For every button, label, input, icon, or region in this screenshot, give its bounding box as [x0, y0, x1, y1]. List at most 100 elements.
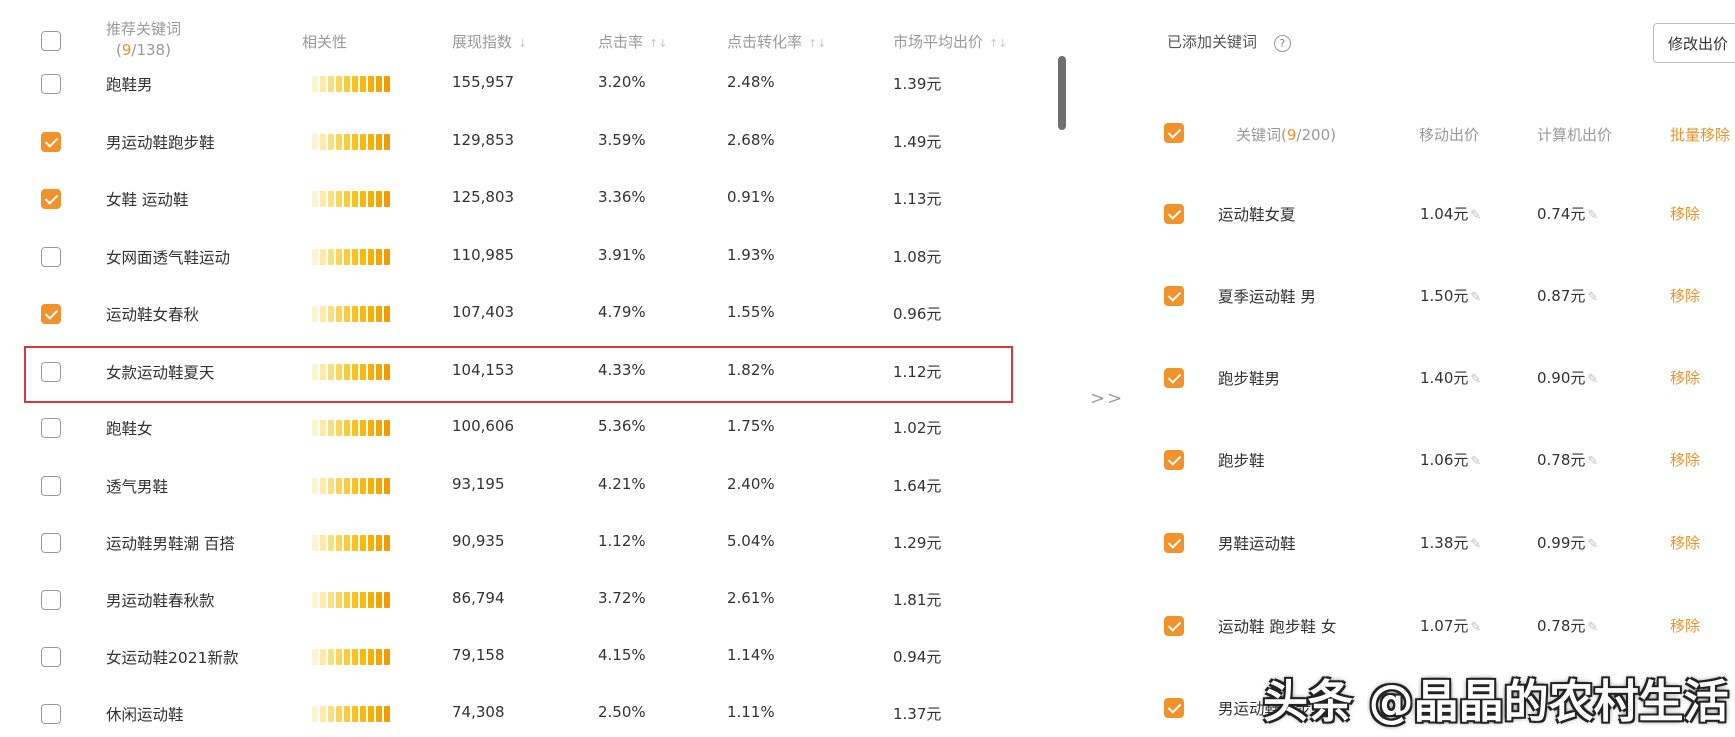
relevance-segment — [328, 76, 334, 92]
remove-link[interactable]: 移除 — [1670, 532, 1700, 553]
relevance-segment — [336, 478, 342, 494]
edit-pencil-icon[interactable]: ✎ — [1470, 620, 1481, 635]
relevance-segment — [328, 592, 334, 608]
added-keyword-checkbox[interactable] — [1164, 698, 1184, 718]
keyword-text: 女网面透气鞋运动 — [106, 249, 231, 267]
transfer-arrow-icon[interactable]: >> — [1090, 388, 1124, 409]
relevance-segment — [312, 191, 318, 207]
avg-bid-value: 1.29元 — [893, 534, 942, 552]
relevance-bar — [312, 535, 404, 551]
edit-pencil-icon[interactable]: ✎ — [1470, 454, 1481, 469]
pc-bid-cell[interactable]: 0.87元 ✎ — [1537, 285, 1598, 306]
edit-pencil-icon[interactable]: ✎ — [1470, 208, 1481, 223]
edit-pencil-icon[interactable]: ✎ — [1587, 290, 1598, 305]
keyword-text: 休闲运动鞋 — [106, 706, 184, 724]
ctr-value: 3.72% — [598, 589, 646, 607]
relevance-segment — [328, 306, 334, 322]
added-keyword-text: 跑步鞋 — [1218, 452, 1265, 470]
relevance-segment — [360, 249, 366, 265]
keyword-checkbox[interactable] — [41, 476, 61, 496]
mobile-bid-cell[interactable]: 1.04元 ✎ — [1420, 203, 1481, 224]
sort-desc-icon[interactable]: ↓ — [518, 37, 527, 50]
keyword-checkbox[interactable] — [41, 590, 61, 610]
select-all-checkbox[interactable] — [41, 31, 61, 51]
pc-bid-cell[interactable]: 0.78元 ✎ — [1537, 449, 1598, 470]
added-keyword-checkbox[interactable] — [1164, 286, 1184, 306]
avg-bid-header[interactable]: 市场平均出价 ↑↓ — [893, 31, 1007, 52]
remove-link[interactable]: 移除 — [1670, 615, 1700, 636]
remove-link[interactable]: 移除 — [1670, 449, 1700, 470]
impressions-header[interactable]: 展现指数 ↓ — [452, 31, 527, 52]
relevance-segment — [320, 249, 326, 265]
keyword-checkbox[interactable] — [41, 704, 61, 724]
added-keyword-checkbox[interactable] — [1164, 204, 1184, 224]
sort-icon[interactable]: ↑↓ — [989, 37, 1007, 50]
relevance-segment — [360, 706, 366, 722]
keyword-text: 运动鞋女春秋 — [106, 306, 200, 324]
edit-pencil-icon[interactable]: ✎ — [1587, 372, 1598, 387]
keyword-checkbox[interactable] — [41, 533, 61, 553]
pc-bid-value: 0.78元 — [1537, 617, 1586, 635]
edit-pencil-icon[interactable]: ✎ — [1587, 537, 1598, 552]
ctr-value: 4.21% — [598, 475, 646, 493]
relevance-segment — [312, 478, 318, 494]
relevance-segment — [312, 134, 318, 150]
watermark: 头条 @晶晶的农村生活 — [1263, 675, 1729, 728]
mobile-bid-cell[interactable]: 1.50元 ✎ — [1420, 285, 1481, 306]
remove-link[interactable]: 移除 — [1670, 367, 1700, 388]
pc-bid-cell[interactable]: 0.74元 ✎ — [1537, 203, 1598, 224]
relevance-segment — [384, 535, 390, 551]
added-count: 9 — [1286, 126, 1297, 144]
added-keyword-text: 运动鞋 跑步鞋 女 — [1218, 618, 1337, 636]
added-keyword-checkbox[interactable] — [1164, 450, 1184, 470]
relevance-segment — [360, 649, 366, 665]
help-icon[interactable]: ? — [1273, 35, 1291, 52]
mobile-bid-value: 1.07元 — [1420, 617, 1469, 635]
added-keyword-checkbox[interactable] — [1164, 533, 1184, 553]
cvr-header[interactable]: 点击转化率 ↑↓ — [727, 31, 826, 52]
pc-bid-value: 0.74元 — [1537, 205, 1586, 223]
cvr-value: 2.40% — [727, 475, 775, 493]
keyword-checkbox[interactable] — [41, 647, 61, 667]
edit-pencil-icon[interactable]: ✎ — [1587, 208, 1598, 223]
keyword-text: 跑鞋女 — [106, 420, 153, 438]
keyword-checkbox[interactable] — [41, 74, 61, 94]
pc-bid-cell[interactable]: 0.78元 ✎ — [1537, 615, 1598, 636]
edit-pencil-icon[interactable]: ✎ — [1470, 537, 1481, 552]
keyword-checkbox[interactable] — [41, 247, 61, 267]
mobile-bid-cell[interactable]: 1.07元 ✎ — [1420, 615, 1481, 636]
remove-link[interactable]: 移除 — [1670, 285, 1700, 306]
relevance-segment — [384, 306, 390, 322]
batch-remove-link[interactable]: 批量移除 — [1670, 124, 1730, 145]
keyword-checkbox[interactable] — [41, 132, 61, 152]
mobile-bid-cell[interactable]: 1.38元 ✎ — [1420, 532, 1481, 553]
keyword-checkbox[interactable] — [41, 189, 61, 209]
sort-icon[interactable]: ↑↓ — [649, 37, 667, 50]
edit-pencil-icon[interactable]: ✎ — [1470, 372, 1481, 387]
added-keyword-checkbox[interactable] — [1164, 368, 1184, 388]
relevance-segment — [352, 249, 358, 265]
added-keyword-checkbox[interactable] — [1164, 616, 1184, 636]
scrollbar-thumb[interactable] — [1058, 56, 1066, 130]
relevance-segment — [376, 535, 382, 551]
edit-pencil-icon[interactable]: ✎ — [1587, 620, 1598, 635]
keyword-checkbox[interactable] — [41, 418, 61, 438]
modify-bid-button[interactable]: 修改出价 — [1653, 23, 1735, 63]
select-all-added-checkbox[interactable] — [1164, 123, 1184, 143]
relevance-segment — [344, 134, 350, 150]
pc-bid-cell[interactable]: 0.90元 ✎ — [1537, 367, 1598, 388]
edit-pencil-icon[interactable]: ✎ — [1470, 290, 1481, 305]
edit-pencil-icon[interactable]: ✎ — [1587, 454, 1598, 469]
keyword-checkbox[interactable] — [41, 304, 61, 324]
relevance-segment — [336, 76, 342, 92]
added-keywords-title: 已添加关键词 ? — [1167, 31, 1291, 52]
pc-bid-cell[interactable]: 0.99元 ✎ — [1537, 532, 1598, 553]
mobile-bid-cell[interactable]: 1.06元 ✎ — [1420, 449, 1481, 470]
cvr-value: 0.91% — [727, 188, 775, 206]
ctr-header[interactable]: 点击率 ↑↓ — [598, 31, 667, 52]
sort-icon[interactable]: ↑↓ — [808, 37, 826, 50]
mobile-bid-cell[interactable]: 1.40元 ✎ — [1420, 367, 1481, 388]
relevance-segment — [328, 535, 334, 551]
selected-count: 9 — [121, 41, 132, 59]
remove-link[interactable]: 移除 — [1670, 203, 1700, 224]
